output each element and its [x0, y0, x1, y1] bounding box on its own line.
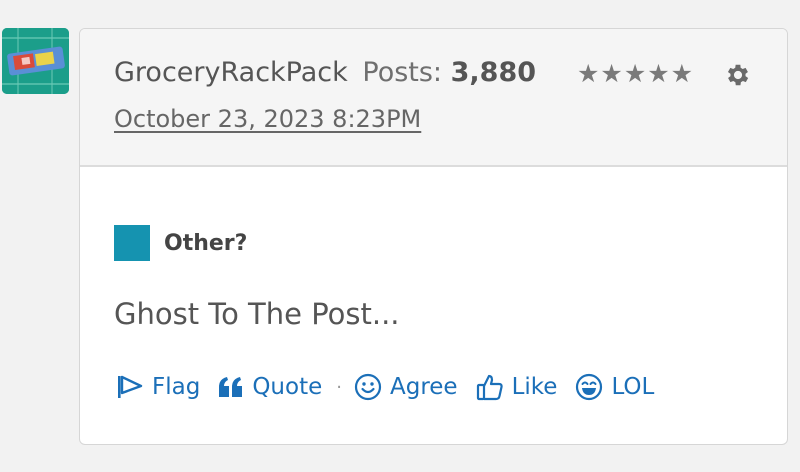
quote-button[interactable]: Quote [218, 374, 322, 400]
reaction-bar: Flag Quote · Agree Like LOL [116, 373, 654, 401]
posts-count: 3,880 [450, 57, 537, 88]
author-line: GroceryRackPack Posts: 3,880 [114, 57, 536, 88]
post-date[interactable]: October 23, 2023 8:23PM [114, 105, 421, 133]
flag-icon [118, 375, 143, 398]
lol-button[interactable]: LOL [575, 373, 654, 401]
username[interactable]: GroceryRackPack [114, 57, 348, 88]
laugh-icon [576, 373, 603, 401]
avatar[interactable] [2, 28, 69, 94]
action-separator: · [336, 376, 342, 398]
lol-label: LOL [611, 374, 655, 400]
category-swatch [114, 225, 150, 261]
agree-button[interactable]: Agree [354, 373, 458, 401]
thumbs-up-icon [476, 374, 503, 401]
quote-icon [219, 377, 243, 397]
agree-label: Agree [389, 374, 458, 400]
category-label: Other? [164, 230, 248, 256]
post-body: Ghost To The Post... [114, 297, 400, 331]
post-header: GroceryRackPack Posts: 3,880 ★★★★★ Octob… [80, 29, 787, 167]
posts-label: Posts: [362, 57, 443, 88]
gear-icon[interactable] [724, 61, 752, 89]
post-category[interactable]: Other? [114, 225, 247, 261]
quote-label: Quote [252, 374, 323, 400]
like-button[interactable]: Like [476, 373, 558, 401]
flag-label: Flag [152, 374, 201, 400]
like-label: Like [511, 374, 558, 400]
post-card: GroceryRackPack Posts: 3,880 ★★★★★ Octob… [79, 28, 788, 445]
flag-button[interactable]: Flag [116, 374, 200, 400]
smile-icon [354, 373, 382, 401]
rank-stars: ★★★★★ [577, 59, 695, 88]
